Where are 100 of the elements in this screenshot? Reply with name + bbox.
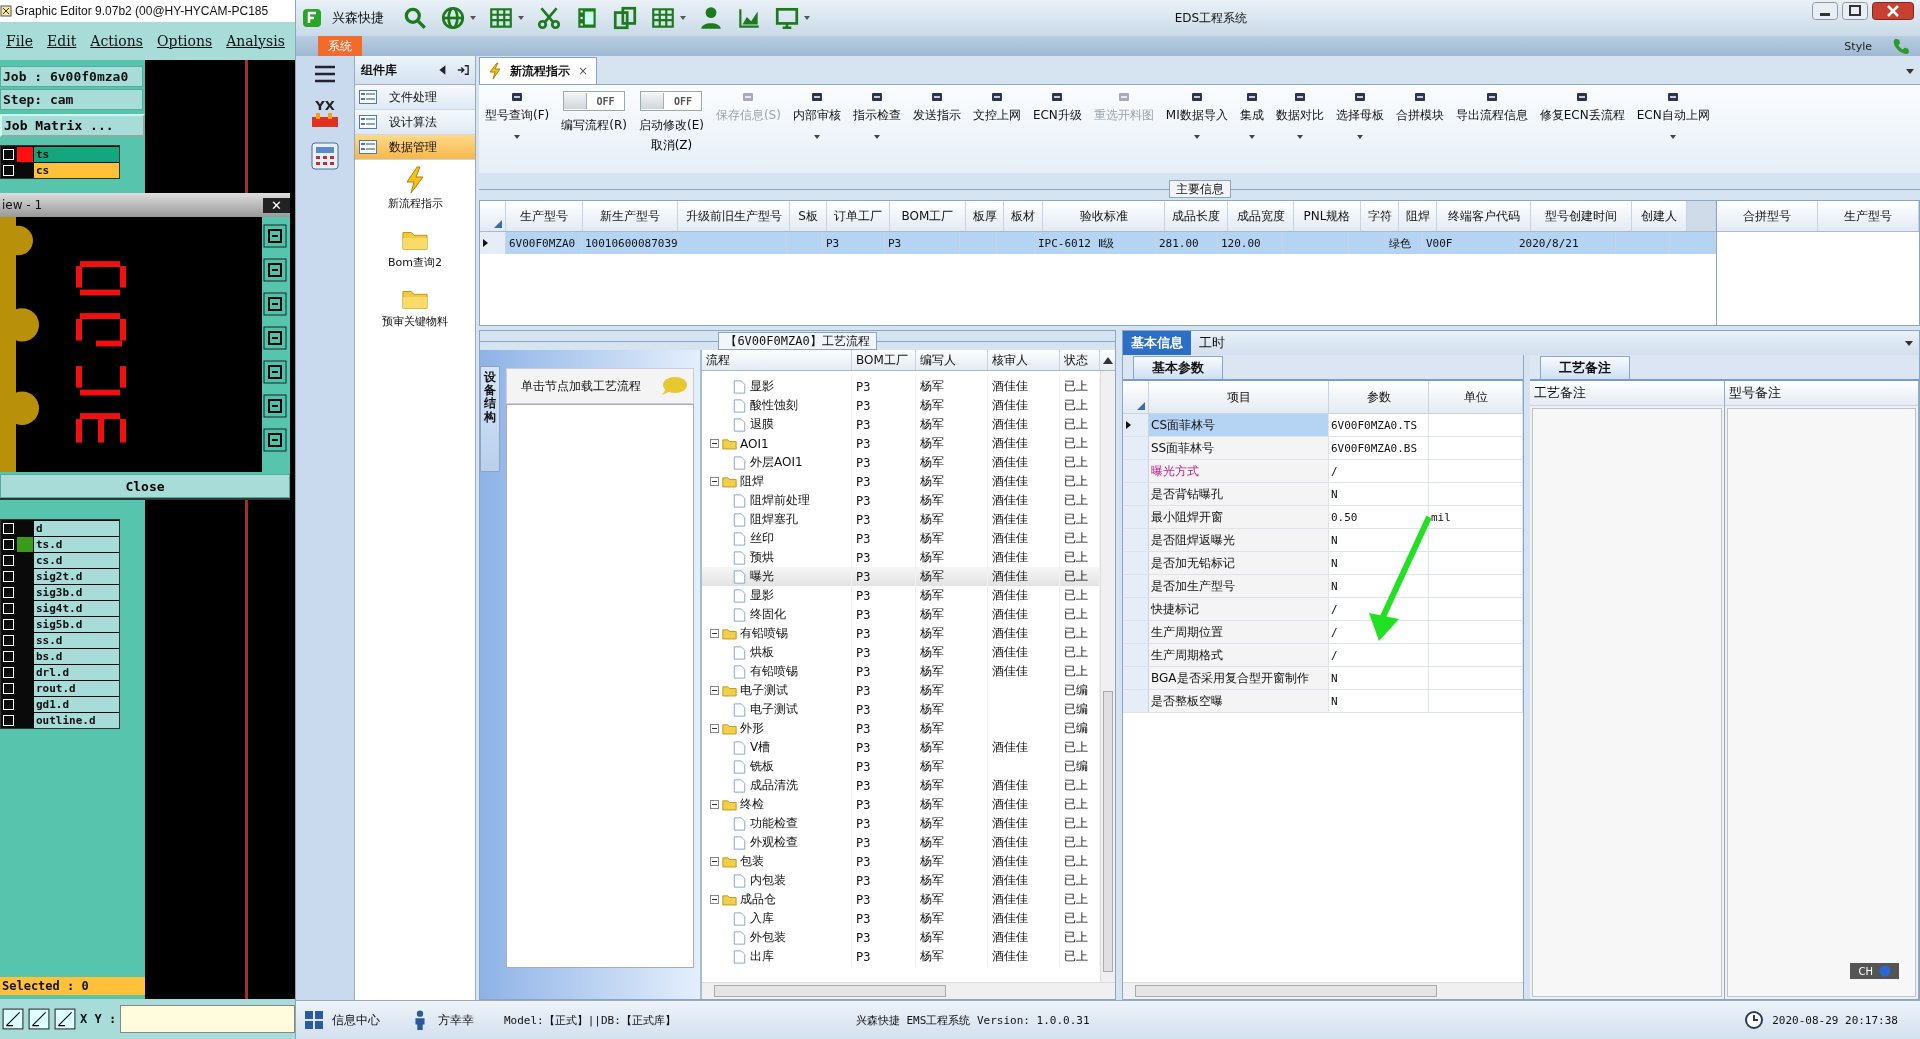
column-header[interactable]: 流程 xyxy=(702,350,852,370)
view-tool-icon[interactable] xyxy=(263,289,287,319)
scrollbar[interactable] xyxy=(1123,982,1523,999)
column-header[interactable]: 板材 xyxy=(1004,201,1043,231)
view-tool-icon[interactable] xyxy=(263,255,287,285)
caret-icon[interactable] xyxy=(1356,135,1363,139)
message-center-link[interactable]: 信息中心 xyxy=(332,1011,380,1029)
nav-item[interactable]: 设计算法 xyxy=(355,110,475,135)
tree-row[interactable]: 电子测试 P3 杨军 已编 xyxy=(702,700,1100,719)
tool-icon[interactable] xyxy=(28,1008,50,1030)
job-matrix-button[interactable]: Job Matrix ... xyxy=(0,114,145,137)
checkbox[interactable] xyxy=(3,666,14,678)
param-value[interactable]: N xyxy=(1331,694,1338,708)
caret-icon[interactable] xyxy=(518,16,524,20)
caret-icon[interactable] xyxy=(470,16,476,20)
maximize-button[interactable] xyxy=(1842,2,1868,20)
toolbar-button[interactable]: 导出流程信息 xyxy=(1455,91,1528,124)
caret-icon[interactable] xyxy=(680,16,686,20)
column-header[interactable]: 工艺备注 xyxy=(1530,381,1724,406)
table-icon[interactable] xyxy=(650,5,676,31)
toolbar-button[interactable]: 内部审核 xyxy=(792,91,841,124)
column-header[interactable]: 新生产型号 xyxy=(583,201,678,231)
column-header[interactable]: 编写人 xyxy=(916,350,988,370)
layer-name[interactable]: ts xyxy=(34,146,119,162)
scroll-up-icon[interactable] xyxy=(1103,356,1113,364)
node-label[interactable]: 曝光 xyxy=(750,568,774,585)
node-label[interactable]: 成品仓 xyxy=(740,891,776,908)
menu-item[interactable]: Actions xyxy=(90,33,143,49)
column-header[interactable]: 升级前旧生产型号 xyxy=(678,201,790,231)
checkbox[interactable] xyxy=(3,618,14,630)
toolbar-button[interactable]: 发送指示 xyxy=(912,91,961,124)
column-header[interactable]: 型号备注 xyxy=(1724,381,1918,406)
toolbar-button[interactable]: 文控上网 xyxy=(972,91,1021,124)
copy-icon[interactable] xyxy=(612,5,638,31)
node-label[interactable]: 阻焊 xyxy=(740,473,764,490)
grid-icon[interactable] xyxy=(488,5,514,31)
document-tab[interactable]: 新流程指示 × xyxy=(479,57,598,84)
layer-name[interactable]: sig3b.d xyxy=(34,584,119,600)
tree-row[interactable]: 终固化 P3 杨军 酒佳佳 已上 xyxy=(702,605,1100,624)
tree-row[interactable]: 成品仓 P3 杨军 酒佳佳 已上 xyxy=(702,890,1100,909)
node-label[interactable]: 显影 xyxy=(750,378,774,395)
column-header[interactable]: S板 xyxy=(790,201,827,231)
layer-name[interactable]: gd1.d xyxy=(34,696,119,712)
node-label[interactable]: 显影 xyxy=(750,587,774,604)
caret-icon[interactable] xyxy=(804,16,810,20)
node-label[interactable]: 外层AOI1 xyxy=(750,454,803,471)
tab[interactable]: 基本参数 xyxy=(1133,356,1223,379)
toolbar-button[interactable]: 合拼模块 xyxy=(1395,91,1444,124)
tree-row[interactable]: 有铅喷锡 P3 杨军 酒佳佳 已上 xyxy=(702,662,1100,681)
layer-name[interactable]: bs.d xyxy=(34,648,119,664)
node-label[interactable]: 烘板 xyxy=(750,644,774,661)
node-label[interactable]: 铣板 xyxy=(750,758,774,775)
collapse-icon[interactable] xyxy=(710,857,719,866)
toggle-switch[interactable]: OFF xyxy=(563,91,626,111)
layer-name[interactable]: ss.d xyxy=(34,632,119,648)
column-header[interactable]: 成品宽度 xyxy=(1228,201,1294,231)
node-label[interactable]: 外包装 xyxy=(750,929,786,946)
collapse-icon[interactable] xyxy=(710,724,719,733)
checkbox[interactable] xyxy=(3,634,14,646)
tool-icon[interactable] xyxy=(54,1008,76,1030)
param-value[interactable]: N xyxy=(1331,533,1338,547)
nav-item[interactable]: 文件处理 xyxy=(355,85,475,110)
param-value[interactable]: 6V00F0MZA0.BS xyxy=(1331,441,1418,455)
tree-row[interactable]: 烘板 P3 杨军 酒佳佳 已上 xyxy=(702,643,1100,662)
collapse-icon[interactable] xyxy=(710,895,719,904)
tab[interactable]: 工艺备注 xyxy=(1540,356,1630,379)
toolbar-button[interactable]: 型号查询(F) xyxy=(485,91,550,124)
column-header[interactable]: BOM工厂 xyxy=(890,201,966,231)
checkbox[interactable] xyxy=(3,698,14,710)
column-header[interactable]: 合拼型号 xyxy=(1717,201,1818,231)
param-value[interactable]: N xyxy=(1331,671,1338,685)
caret-icon[interactable] xyxy=(1670,135,1677,139)
view-tool-icon[interactable] xyxy=(263,221,287,251)
param-value[interactable]: / xyxy=(1331,625,1338,639)
caret-icon[interactable] xyxy=(1906,69,1914,74)
tree-row[interactable]: 入库 P3 杨军 酒佳佳 已上 xyxy=(702,909,1100,928)
toolbar-button[interactable]: 修复ECN丢流程 xyxy=(1539,91,1625,124)
tool-icon[interactable] xyxy=(2,1008,24,1030)
toolbar-button[interactable]: ECN升级 xyxy=(1032,91,1082,124)
column-header[interactable]: 终端客户代码 xyxy=(1437,201,1531,231)
caret-icon[interactable] xyxy=(514,135,521,139)
tree-row[interactable]: 退膜 P3 杨军 酒佳佳 已上 xyxy=(702,415,1100,434)
tab[interactable]: 工时 xyxy=(1191,331,1233,355)
column-header[interactable]: 板厚 xyxy=(966,201,1004,231)
param-value[interactable]: N xyxy=(1331,556,1338,570)
node-label[interactable]: AOI1 xyxy=(740,436,769,451)
tree-row[interactable]: V槽 P3 杨军 酒佳佳 已上 xyxy=(702,738,1100,757)
tree-row[interactable]: 酸性蚀刻 P3 杨军 酒佳佳 已上 xyxy=(702,396,1100,415)
column-header[interactable]: 阻焊 xyxy=(1399,201,1437,231)
node-label[interactable]: 酸性蚀刻 xyxy=(750,397,798,414)
tab[interactable]: 基本信息 xyxy=(1123,331,1191,355)
layer-name[interactable]: drl.d xyxy=(34,664,119,680)
scissors-icon[interactable] xyxy=(536,5,562,31)
row-header[interactable] xyxy=(1123,414,1149,436)
caret-icon[interactable] xyxy=(813,135,820,139)
param-value[interactable]: / xyxy=(1331,648,1338,662)
layer-name[interactable]: sig4t.d xyxy=(34,600,119,616)
close-button[interactable]: ✕ xyxy=(263,197,290,213)
node-label[interactable]: 终固化 xyxy=(750,606,786,623)
tree-row[interactable]: 功能检查 P3 杨军 酒佳佳 已上 xyxy=(702,814,1100,833)
